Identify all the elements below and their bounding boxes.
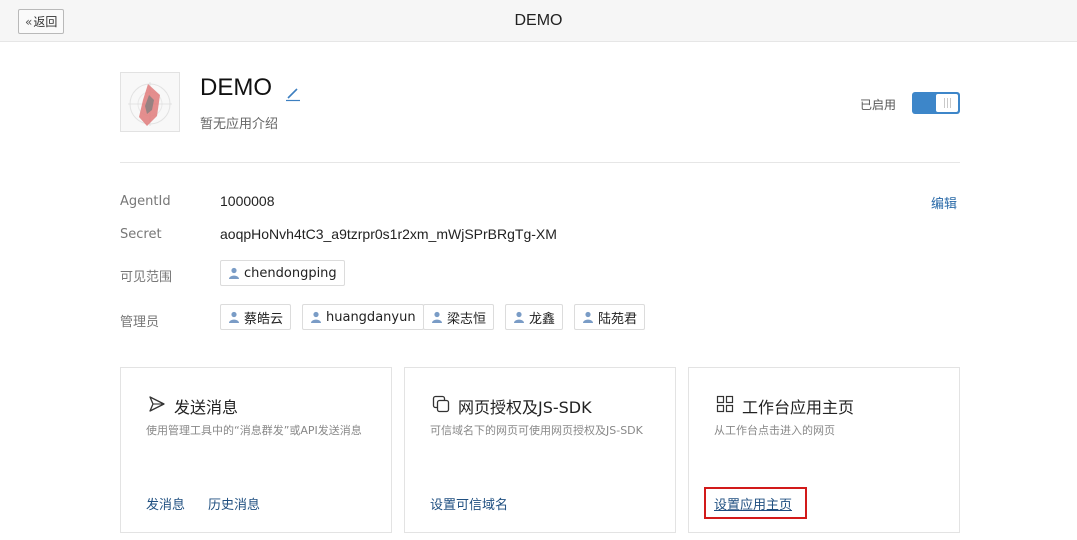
card-title: 工作台应用主页 bbox=[742, 398, 855, 417]
pencil-icon[interactable] bbox=[284, 86, 302, 102]
visible-scope-label: 可见范围 bbox=[120, 270, 173, 285]
user-icon bbox=[432, 311, 442, 323]
set-app-homepage-link[interactable]: 设置应用主页 bbox=[714, 494, 792, 513]
card-send-message: 发送消息 使用管理工具中的“消息群发”或API发送消息 发消息 历史消息 bbox=[120, 367, 392, 533]
admin-name: 龙鑫 bbox=[529, 311, 556, 327]
user-icon bbox=[229, 267, 239, 279]
send-icon bbox=[149, 396, 165, 412]
user-icon bbox=[583, 311, 593, 323]
header-divider bbox=[120, 162, 960, 163]
grid-icon bbox=[716, 395, 734, 413]
admin-tag[interactable]: 陆苑君 bbox=[574, 304, 646, 330]
admin-label: 管理员 bbox=[120, 315, 160, 330]
admin-name: 陆苑君 bbox=[598, 311, 638, 327]
send-message-link[interactable]: 发消息 bbox=[146, 494, 185, 513]
visible-user-tag[interactable]: chendongping bbox=[220, 260, 345, 286]
page-title: DEMO bbox=[514, 12, 563, 29]
card-description: 使用管理工具中的“消息群发”或API发送消息 bbox=[146, 424, 362, 437]
visible-user-name: chendongping bbox=[244, 265, 337, 281]
secret-value: aoqpHoNvh4tC3_a9tzrpr0s1r2xm_mWjSPrBRgTg… bbox=[220, 226, 557, 242]
app-name: DEMO bbox=[200, 74, 272, 101]
admin-tag[interactable]: 梁志恒 bbox=[423, 304, 495, 330]
admin-tag[interactable]: 蔡皓云 bbox=[220, 304, 292, 330]
top-bar: « 返回 DEMO bbox=[0, 0, 1077, 42]
user-icon bbox=[311, 311, 321, 323]
app-logo bbox=[120, 72, 180, 132]
admin-name: 梁志恒 bbox=[447, 311, 487, 327]
set-trusted-domain-link[interactable]: 设置可信域名 bbox=[430, 494, 508, 513]
agentid-value: 1000008 bbox=[220, 193, 275, 209]
user-icon bbox=[229, 311, 239, 323]
agentid-label: AgentId bbox=[120, 194, 171, 209]
admin-name: huangdanyun bbox=[326, 309, 416, 325]
copy-squares-icon bbox=[432, 395, 450, 413]
card-web-auth-jssdk: 网页授权及JS-SDK 可信域名下的网页可使用网页授权及JS-SDK 设置可信域… bbox=[404, 367, 676, 533]
card-description: 从工作台点击进入的网页 bbox=[714, 424, 835, 437]
user-icon bbox=[514, 311, 524, 323]
admin-tag[interactable]: huangdanyun bbox=[302, 304, 424, 330]
card-title: 发送消息 bbox=[174, 398, 239, 417]
admin-tag[interactable]: 龙鑫 bbox=[505, 304, 564, 330]
admin-name: 蔡皓云 bbox=[244, 311, 284, 327]
toggle-knob bbox=[936, 94, 958, 112]
message-history-link[interactable]: 历史消息 bbox=[208, 494, 260, 513]
card-description: 可信域名下的网页可使用网页授权及JS-SDK bbox=[430, 424, 643, 437]
status-label: 已启用 bbox=[860, 98, 897, 112]
secret-label: Secret bbox=[120, 227, 162, 242]
radar-chart-logo-icon bbox=[121, 73, 179, 131]
card-workbench-homepage: 工作台应用主页 从工作台点击进入的网页 设置应用主页 bbox=[688, 367, 960, 533]
card-title: 网页授权及JS-SDK bbox=[458, 398, 592, 417]
enable-toggle[interactable] bbox=[912, 92, 960, 114]
app-description: 暂无应用介绍 bbox=[200, 117, 279, 132]
edit-link[interactable]: 编辑 bbox=[931, 193, 957, 212]
